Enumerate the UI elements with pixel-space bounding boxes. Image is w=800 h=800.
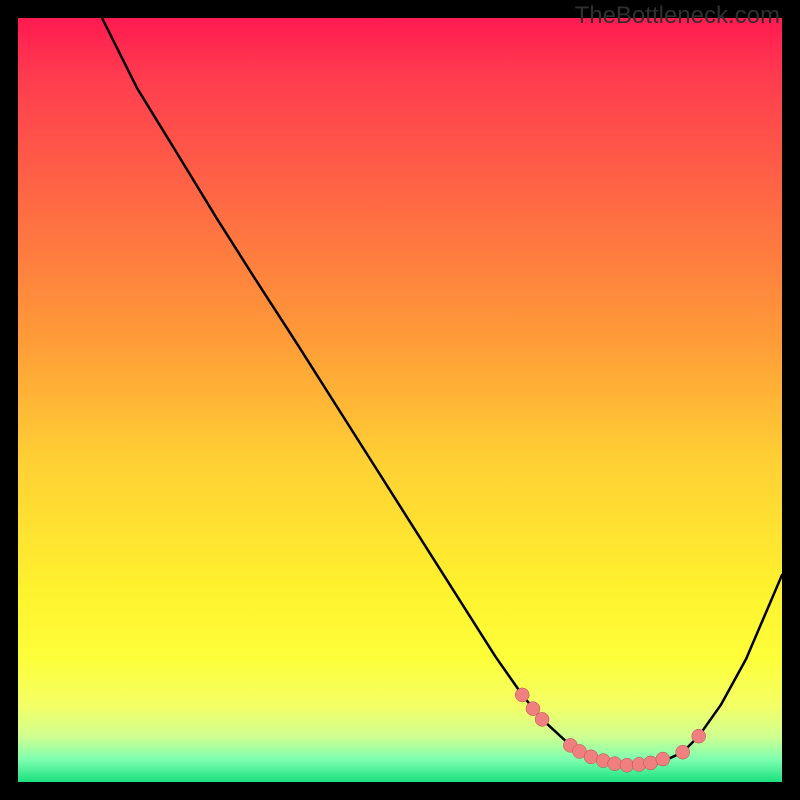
chart-svg <box>18 18 782 782</box>
highlight-dots-group <box>515 688 705 772</box>
chart-frame: TheBottleneck.com <box>0 0 800 800</box>
highlight-dot <box>692 729 706 743</box>
highlight-dot <box>535 712 549 726</box>
highlight-dot <box>608 757 622 771</box>
highlight-dot <box>620 758 634 772</box>
highlight-dot <box>515 688 529 702</box>
highlight-dot <box>676 745 690 759</box>
highlight-dot <box>656 752 670 766</box>
chart-plot-area <box>18 18 782 782</box>
highlight-dot <box>644 756 658 770</box>
highlight-dot <box>584 750 598 764</box>
main-curve <box>102 18 782 765</box>
